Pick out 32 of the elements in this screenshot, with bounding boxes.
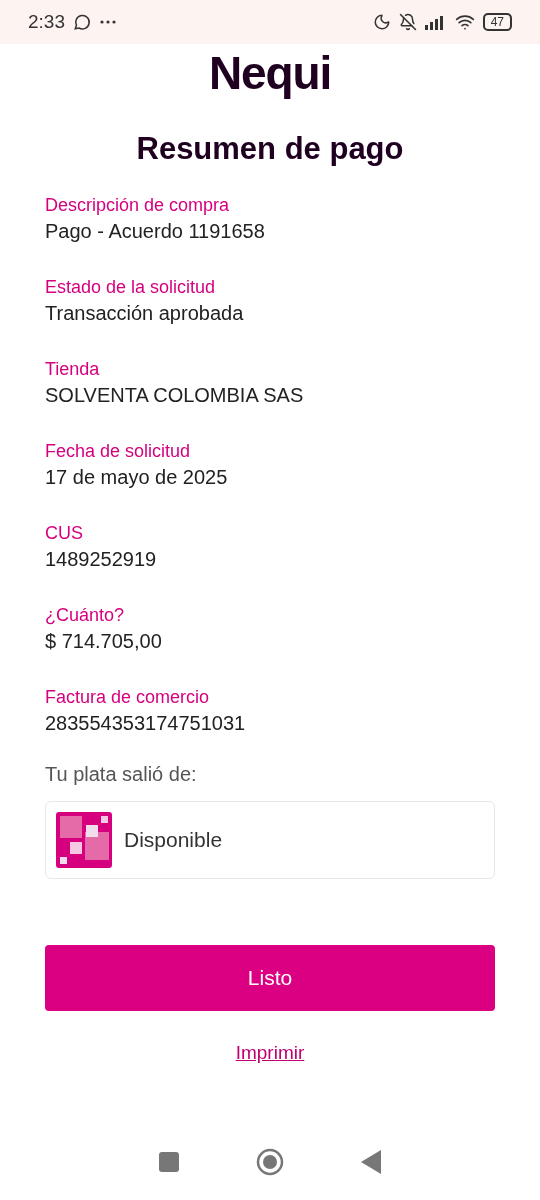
print-link[interactable]: Imprimir bbox=[235, 1038, 305, 1067]
field-value: Pago - Acuerdo 1191658 bbox=[45, 218, 266, 244]
account-card[interactable]: Disponible bbox=[45, 800, 495, 879]
field-value: 1489252919 bbox=[45, 546, 158, 572]
field-value: 17 de mayo de 2025 bbox=[45, 464, 229, 490]
listo-button[interactable]: Listo bbox=[45, 944, 495, 1011]
source-heading: Tu plata salió de: bbox=[45, 761, 198, 787]
field-label: Descripción de compra bbox=[45, 193, 231, 217]
battery-indicator: 47 bbox=[482, 13, 512, 31]
status-time: 2:33 bbox=[28, 9, 65, 34]
page-title: Resumen de pago bbox=[135, 130, 405, 168]
field-label: ¿Cuánto? bbox=[45, 603, 126, 627]
field-label: Factura de comercio bbox=[45, 685, 211, 709]
logo: Nequi bbox=[209, 48, 331, 98]
field-value: $ 714.705,00 bbox=[45, 628, 163, 654]
account-name: Disponible bbox=[124, 826, 223, 853]
field-value: Transacción aprobada bbox=[45, 300, 245, 326]
recents-icon[interactable] bbox=[158, 1152, 179, 1172]
account-icon bbox=[56, 811, 112, 868]
home-icon[interactable] bbox=[256, 1148, 284, 1176]
field-label: Tienda bbox=[45, 357, 101, 381]
field-label: Estado de la solicitud bbox=[45, 275, 217, 299]
moon-icon bbox=[372, 13, 391, 31]
field-value: 283554353174751031 bbox=[45, 710, 247, 736]
more-icon bbox=[99, 19, 117, 25]
field-value: SOLVENTA COLOMBIA SAS bbox=[45, 382, 305, 408]
field-label: CUS bbox=[45, 521, 84, 545]
chat-icon bbox=[73, 13, 91, 31]
field-label: Fecha de solicitud bbox=[45, 439, 192, 463]
muted-bell-icon bbox=[398, 13, 417, 31]
back-icon[interactable] bbox=[361, 1150, 382, 1174]
wifi-icon bbox=[454, 12, 475, 32]
